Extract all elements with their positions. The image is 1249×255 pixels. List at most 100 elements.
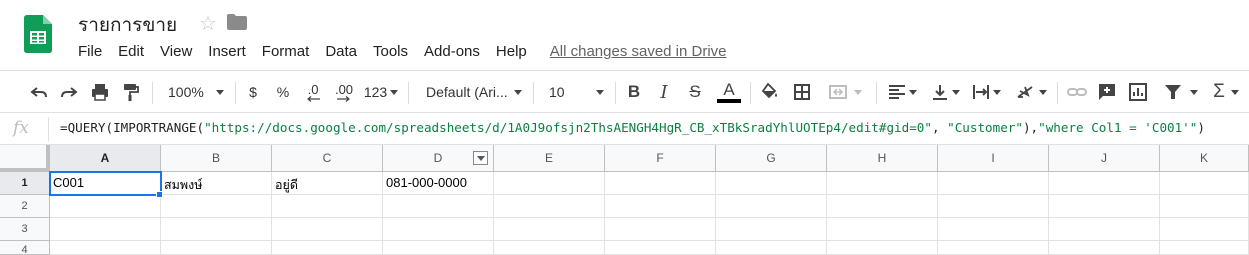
- increase-decimal-button[interactable]: .00: [330, 78, 358, 106]
- cell-b2[interactable]: [161, 195, 272, 218]
- menu-addons[interactable]: Add-ons: [416, 40, 488, 64]
- percent-format-button[interactable]: %: [273, 78, 293, 106]
- column-header-b[interactable]: B: [161, 145, 272, 172]
- cell-g2[interactable]: [716, 195, 827, 218]
- cell-a3[interactable]: [50, 218, 161, 241]
- column-header-k[interactable]: K: [1160, 145, 1249, 172]
- cell-k1[interactable]: [1160, 172, 1249, 195]
- row-header-4[interactable]: 4: [0, 241, 50, 255]
- filter-icon[interactable]: [1158, 78, 1204, 106]
- row-header-1[interactable]: 1: [0, 172, 50, 195]
- cell-k4[interactable]: [1160, 241, 1249, 255]
- column-header-i[interactable]: I: [938, 145, 1049, 172]
- select-all-corner[interactable]: [0, 145, 50, 172]
- horizontal-align-icon[interactable]: [884, 78, 920, 106]
- cell-a1[interactable]: C001: [50, 172, 161, 195]
- italic-button[interactable]: I: [654, 78, 674, 106]
- menu-file[interactable]: File: [70, 40, 110, 64]
- strikethrough-button[interactable]: S: [685, 78, 705, 106]
- cell-b3[interactable]: [161, 218, 272, 241]
- bold-button[interactable]: B: [624, 78, 644, 106]
- cell-d2[interactable]: [383, 195, 494, 218]
- functions-icon[interactable]: Σ: [1208, 78, 1244, 106]
- column-header-d[interactable]: D: [383, 145, 494, 172]
- row-header-3[interactable]: 3: [0, 218, 50, 241]
- menu-data[interactable]: Data: [317, 40, 365, 64]
- zoom-select[interactable]: 100%: [160, 78, 228, 106]
- column-filter-button[interactable]: [473, 151, 488, 165]
- column-header-a[interactable]: A: [50, 145, 161, 172]
- cell-b4[interactable]: [161, 241, 272, 255]
- cell-g1[interactable]: [716, 172, 827, 195]
- borders-icon[interactable]: [790, 78, 814, 106]
- cell-f2[interactable]: [605, 195, 716, 218]
- column-header-g[interactable]: G: [716, 145, 827, 172]
- cell-e1[interactable]: [494, 172, 605, 195]
- formula-input[interactable]: =QUERY(IMPORTRANGE("https://docs.google.…: [60, 120, 1205, 135]
- undo-icon[interactable]: [27, 78, 51, 106]
- menu-insert[interactable]: Insert: [200, 40, 254, 64]
- sheets-logo-icon[interactable]: [24, 15, 52, 53]
- cell-f3[interactable]: [605, 218, 716, 241]
- insert-chart-icon[interactable]: [1126, 78, 1150, 106]
- redo-icon[interactable]: [57, 78, 81, 106]
- cell-e4[interactable]: [494, 241, 605, 255]
- currency-format-button[interactable]: $: [243, 78, 263, 106]
- cell-g3[interactable]: [716, 218, 827, 241]
- cell-f4[interactable]: [605, 241, 716, 255]
- fill-color-icon[interactable]: [758, 78, 782, 106]
- folder-icon[interactable]: [227, 14, 247, 30]
- cell-i4[interactable]: [938, 241, 1049, 255]
- menu-edit[interactable]: Edit: [110, 40, 152, 64]
- cell-j2[interactable]: [1049, 195, 1160, 218]
- merge-cells-icon[interactable]: [822, 78, 868, 106]
- row-header-2[interactable]: 2: [0, 195, 50, 218]
- cell-d3[interactable]: [383, 218, 494, 241]
- insert-link-icon[interactable]: [1065, 78, 1089, 106]
- cell-h3[interactable]: [827, 218, 938, 241]
- column-header-e[interactable]: E: [494, 145, 605, 172]
- cell-d1[interactable]: 081-000-0000: [383, 172, 494, 195]
- cell-i2[interactable]: [938, 195, 1049, 218]
- vertical-align-icon[interactable]: [927, 78, 963, 106]
- save-status-link[interactable]: All changes saved in Drive: [542, 40, 735, 64]
- text-wrapping-icon[interactable]: [968, 78, 1004, 106]
- more-formats-select[interactable]: 123: [362, 78, 400, 106]
- menu-tools[interactable]: Tools: [365, 40, 416, 64]
- document-title[interactable]: รายการขาย: [78, 10, 177, 40]
- cell-c1[interactable]: อยู่ดี: [272, 172, 383, 195]
- cell-c3[interactable]: [272, 218, 383, 241]
- decrease-decimal-button[interactable]: .0: [300, 78, 326, 106]
- cell-k3[interactable]: [1160, 218, 1249, 241]
- cell-a2[interactable]: [50, 195, 161, 218]
- font-family-select[interactable]: Default (Ari...: [418, 78, 526, 106]
- text-color-button[interactable]: A: [716, 78, 742, 106]
- cell-j4[interactable]: [1049, 241, 1160, 255]
- cell-c2[interactable]: [272, 195, 383, 218]
- cell-h4[interactable]: [827, 241, 938, 255]
- insert-comment-icon[interactable]: [1095, 78, 1119, 106]
- menu-help[interactable]: Help: [488, 40, 535, 64]
- cell-b1[interactable]: สมพงษ์: [161, 172, 272, 195]
- cell-a4[interactable]: [50, 241, 161, 255]
- cell-h2[interactable]: [827, 195, 938, 218]
- cell-j3[interactable]: [1049, 218, 1160, 241]
- cell-j1[interactable]: [1049, 172, 1160, 195]
- cell-d4[interactable]: [383, 241, 494, 255]
- cell-i3[interactable]: [938, 218, 1049, 241]
- text-rotation-icon[interactable]: [1012, 78, 1050, 106]
- column-header-j[interactable]: J: [1049, 145, 1160, 172]
- fill-handle[interactable]: [156, 191, 163, 198]
- cell-e3[interactable]: [494, 218, 605, 241]
- cell-i1[interactable]: [938, 172, 1049, 195]
- cell-f1[interactable]: [605, 172, 716, 195]
- column-header-f[interactable]: F: [605, 145, 716, 172]
- cell-h1[interactable]: [827, 172, 938, 195]
- font-size-select[interactable]: 10: [541, 78, 608, 106]
- paint-format-icon[interactable]: [118, 78, 142, 106]
- cell-e2[interactable]: [494, 195, 605, 218]
- menu-view[interactable]: View: [152, 40, 200, 64]
- column-header-c[interactable]: C: [272, 145, 383, 172]
- menu-format[interactable]: Format: [254, 40, 318, 64]
- star-icon[interactable]: ☆: [199, 11, 217, 36]
